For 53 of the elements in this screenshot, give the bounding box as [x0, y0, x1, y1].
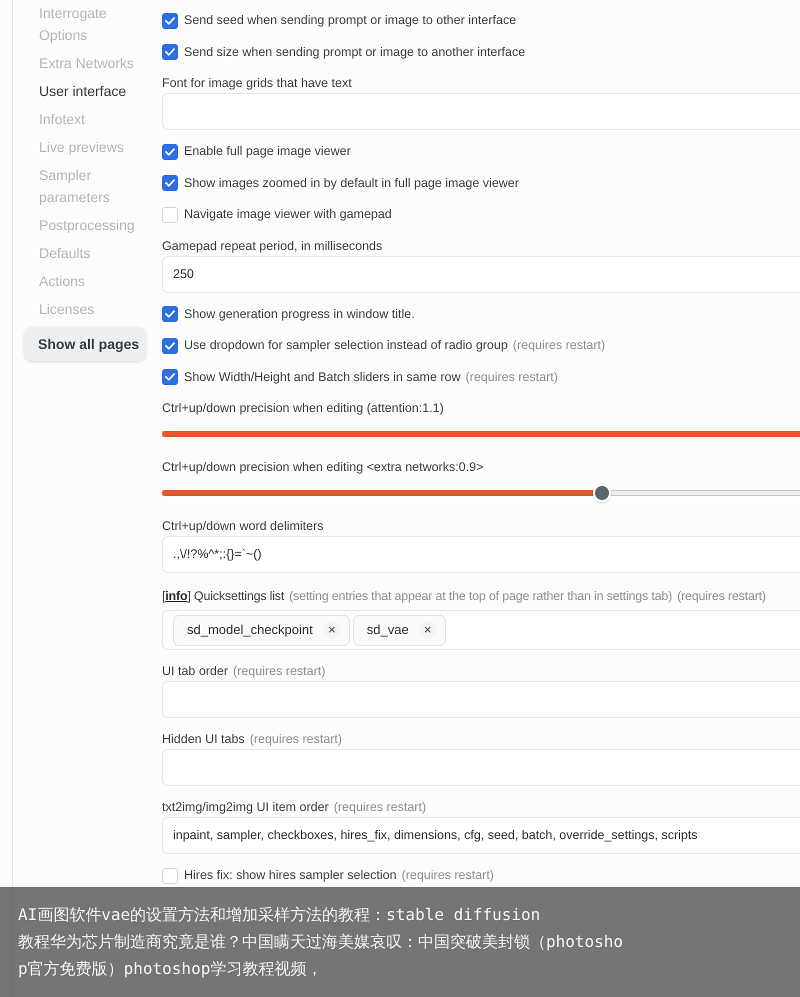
checkbox-label: Show Width/Height and Batch sliders in same row (requires restart)	[184, 368, 558, 386]
checkbox-label: Enable full page image viewer	[184, 143, 351, 160]
checkbox-label: Send size when sending prompt or image to another interface	[184, 44, 526, 61]
text-field[interactable]: 250	[162, 256, 800, 292]
checkbox[interactable]	[162, 144, 178, 160]
check-icon	[165, 342, 175, 350]
check-icon	[165, 373, 175, 382]
field-label: Gamepad repeat period, in milliseconds	[162, 238, 384, 254]
field-label: Ctrl+up/down precision when editing (attention:1.1)	[162, 400, 445, 416]
check-icon	[165, 179, 175, 188]
checkbox-label: Navigate image viewer with gamepad	[184, 206, 392, 224]
field-label: Font for image grids that have text	[162, 75, 353, 91]
checkbox-label: Send seed when sending prompt or image to other interface	[184, 12, 516, 30]
text-field[interactable]: .,\/!?%^*;:{}=`~()	[162, 536, 800, 573]
chip-label: sd_model_checkpoint	[187, 621, 313, 640]
slider[interactable]	[162, 484, 800, 502]
checkbox-label: Use dropdown for sampler selection instead of radio group (requires restart)	[184, 337, 606, 354]
field-label: UI tab order (requires restart)	[162, 663, 326, 679]
sidebar-item[interactable]: User interface	[39, 80, 151, 102]
field-label: txt2img/img2img UI item order (requires restart)	[162, 799, 428, 815]
chip-label: sd_vae	[366, 621, 409, 640]
checkbox[interactable]	[162, 369, 178, 386]
check-icon	[165, 148, 175, 156]
field-label: Hidden UI tabs (requires restart)	[162, 731, 344, 747]
check-icon	[165, 16, 175, 25]
checkbox[interactable]	[162, 868, 178, 884]
checkbox[interactable]	[162, 44, 178, 60]
info-link[interactable]: info	[165, 589, 188, 603]
text-field[interactable]	[162, 93, 800, 130]
show-all-pages-button[interactable]: Show all pages	[24, 327, 146, 361]
checkbox[interactable]	[162, 206, 178, 223]
remove-button[interactable]: ×	[418, 621, 437, 639]
checkbox[interactable]	[162, 175, 178, 192]
caption-line: 教程华为芯片制造商究竟是谁？中国瞒天过海美媒哀叹：中国突破美封锁（photosho	[18, 931, 624, 953]
check-icon	[165, 48, 175, 56]
text-field[interactable]	[162, 681, 800, 718]
checkbox-label: Show images zoomed in by default in full page image viewer	[184, 174, 519, 192]
checkbox[interactable]	[162, 338, 178, 354]
field-label: Ctrl+up/down precision when editing <extra networks:0.9>	[162, 459, 484, 475]
checkbox[interactable]	[162, 306, 178, 322]
checkbox[interactable]	[162, 12, 178, 29]
slider-thumb[interactable]	[593, 484, 612, 502]
check-icon	[165, 310, 175, 318]
text-field[interactable]	[162, 749, 800, 786]
caption-line: p官方免费版）photoshop学习教程视频，	[18, 958, 322, 980]
field-label: Ctrl+up/down word delimiters	[162, 518, 325, 534]
multiselect-field[interactable]: sd_model_checkpoint × sd_vae ×	[162, 610, 800, 650]
checkbox-label: Hires fix: show hires sampler selection (requires restart)	[184, 867, 494, 884]
checkbox-label: Show generation progress in window title.	[184, 306, 415, 323]
text-field[interactable]: inpaint, sampler, checkboxes, hires_fix, dimensions, cfg, seed, batch, override_settings, scripts	[162, 817, 800, 854]
remove-button[interactable]: ×	[322, 621, 341, 639]
field-label: [info] Quicksettings list (setting entries that appear at the top of page rather than in settings tab) (requires restart)	[162, 588, 767, 604]
caption-line: AI画图软件vae的设置方法和增加采样方法的教程：stable diffusion	[18, 904, 540, 926]
